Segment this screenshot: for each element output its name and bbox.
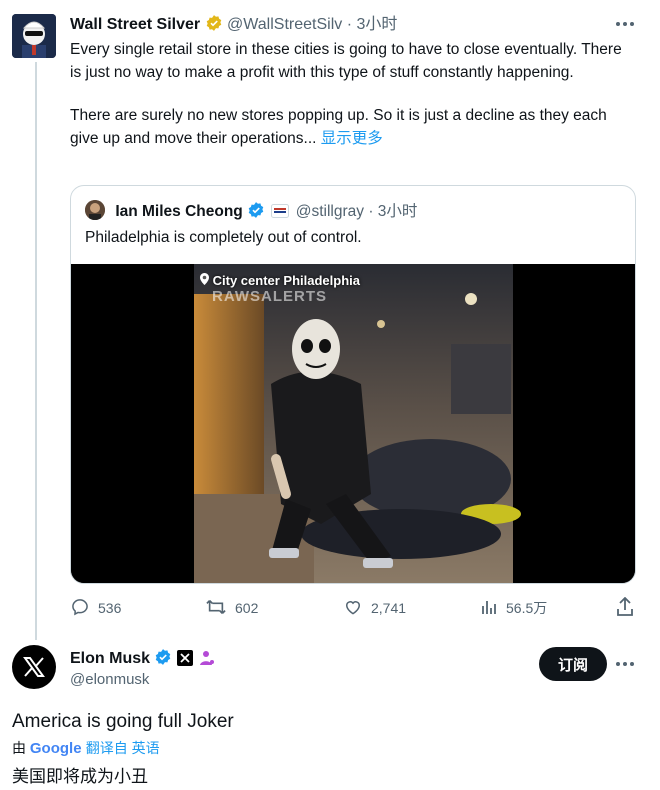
quoted-tweet-card[interactable]: Ian Miles Cheong @stillgray · 3小时 Philad… (70, 185, 636, 584)
tweet-body: Every single retail store in these citie… (70, 38, 635, 150)
location-pin-icon (200, 273, 213, 288)
x-logo-icon (23, 657, 45, 677)
quote-text: Philadelphia is completely out of contro… (85, 229, 362, 246)
quote-separator-dot: · (368, 203, 374, 220)
tweet-header: Wall Street Silver @WallStreetSilv · 3小时 (70, 14, 397, 38)
view-count: 56.5万 (506, 600, 548, 616)
separator-dot: · (346, 16, 353, 33)
translate-by-label: 由 (12, 740, 26, 756)
views-bar-chart-icon (480, 598, 498, 619)
reply-action[interactable]: 536 (70, 597, 121, 619)
reply-header: Elon Musk (70, 648, 215, 672)
thread-connector-line (35, 62, 37, 640)
reply-handle[interactable]: @elonmusk (70, 671, 149, 688)
tweet-time[interactable]: 3小时 (357, 16, 398, 33)
views-action[interactable]: 56.5万 (480, 597, 547, 619)
quote-header: Ian Miles Cheong @stillgray · 3小时 (85, 200, 417, 225)
translated-from-link[interactable]: 翻译自 英语 (86, 740, 160, 756)
google-brand: Google (30, 740, 86, 757)
author-handle[interactable]: @WallStreetSilv (227, 16, 342, 33)
reply-icon (70, 597, 90, 620)
author-name[interactable]: Wall Street Silver (70, 16, 200, 33)
blue-verified-icon (247, 201, 265, 225)
video-watermark: RAWSALERTS (212, 288, 327, 305)
translation-attribution: 由 Google 翻译自 英语 (12, 739, 160, 758)
repost-action[interactable]: 602 (205, 597, 258, 619)
blue-verified-icon (154, 648, 172, 672)
quote-time[interactable]: 3小时 (378, 203, 418, 220)
government-affiliation-icon (197, 650, 215, 672)
wall-street-silver-avatar[interactable] (12, 14, 56, 58)
repost-count: 602 (235, 600, 259, 616)
gold-verified-icon (205, 14, 223, 38)
repost-icon (205, 597, 227, 620)
more-horizontal-icon[interactable] (614, 16, 636, 34)
subscribe-button[interactable]: 订阅 (539, 647, 607, 681)
reply-author-name[interactable]: Elon Musk (70, 650, 150, 667)
video-location-overlay: City center Philadelphia (200, 273, 360, 288)
like-action[interactable]: 2,741 (343, 597, 406, 619)
tweet-paragraph-1: Every single retail store in these citie… (70, 41, 622, 81)
reply-text: America is going full Joker (12, 711, 234, 732)
x-affiliate-badge-icon (176, 650, 193, 672)
like-count: 2,741 (371, 600, 407, 616)
quote-author-name[interactable]: Ian Miles Cheong (115, 203, 242, 220)
quote-handle[interactable]: @stillgray (296, 203, 364, 220)
share-icon (616, 596, 634, 620)
video-location-text: City center Philadelphia (212, 273, 360, 288)
show-more-link[interactable]: 显示更多 (321, 130, 383, 147)
video-player[interactable]: City center Philadelphia RAWSALERTS (71, 264, 635, 583)
heart-icon (343, 597, 363, 620)
ian-miles-cheong-avatar (85, 200, 105, 220)
google-brand-text: Google (29, 740, 82, 757)
video-frame-image (71, 264, 635, 583)
share-action[interactable] (616, 596, 634, 620)
affiliate-badge-icon (271, 204, 290, 224)
reply-count: 536 (98, 600, 122, 616)
reply-more-horizontal-icon[interactable] (614, 656, 636, 677)
translated-text: 美国即将成为小丑 (12, 767, 148, 786)
elon-musk-avatar[interactable] (12, 645, 56, 689)
